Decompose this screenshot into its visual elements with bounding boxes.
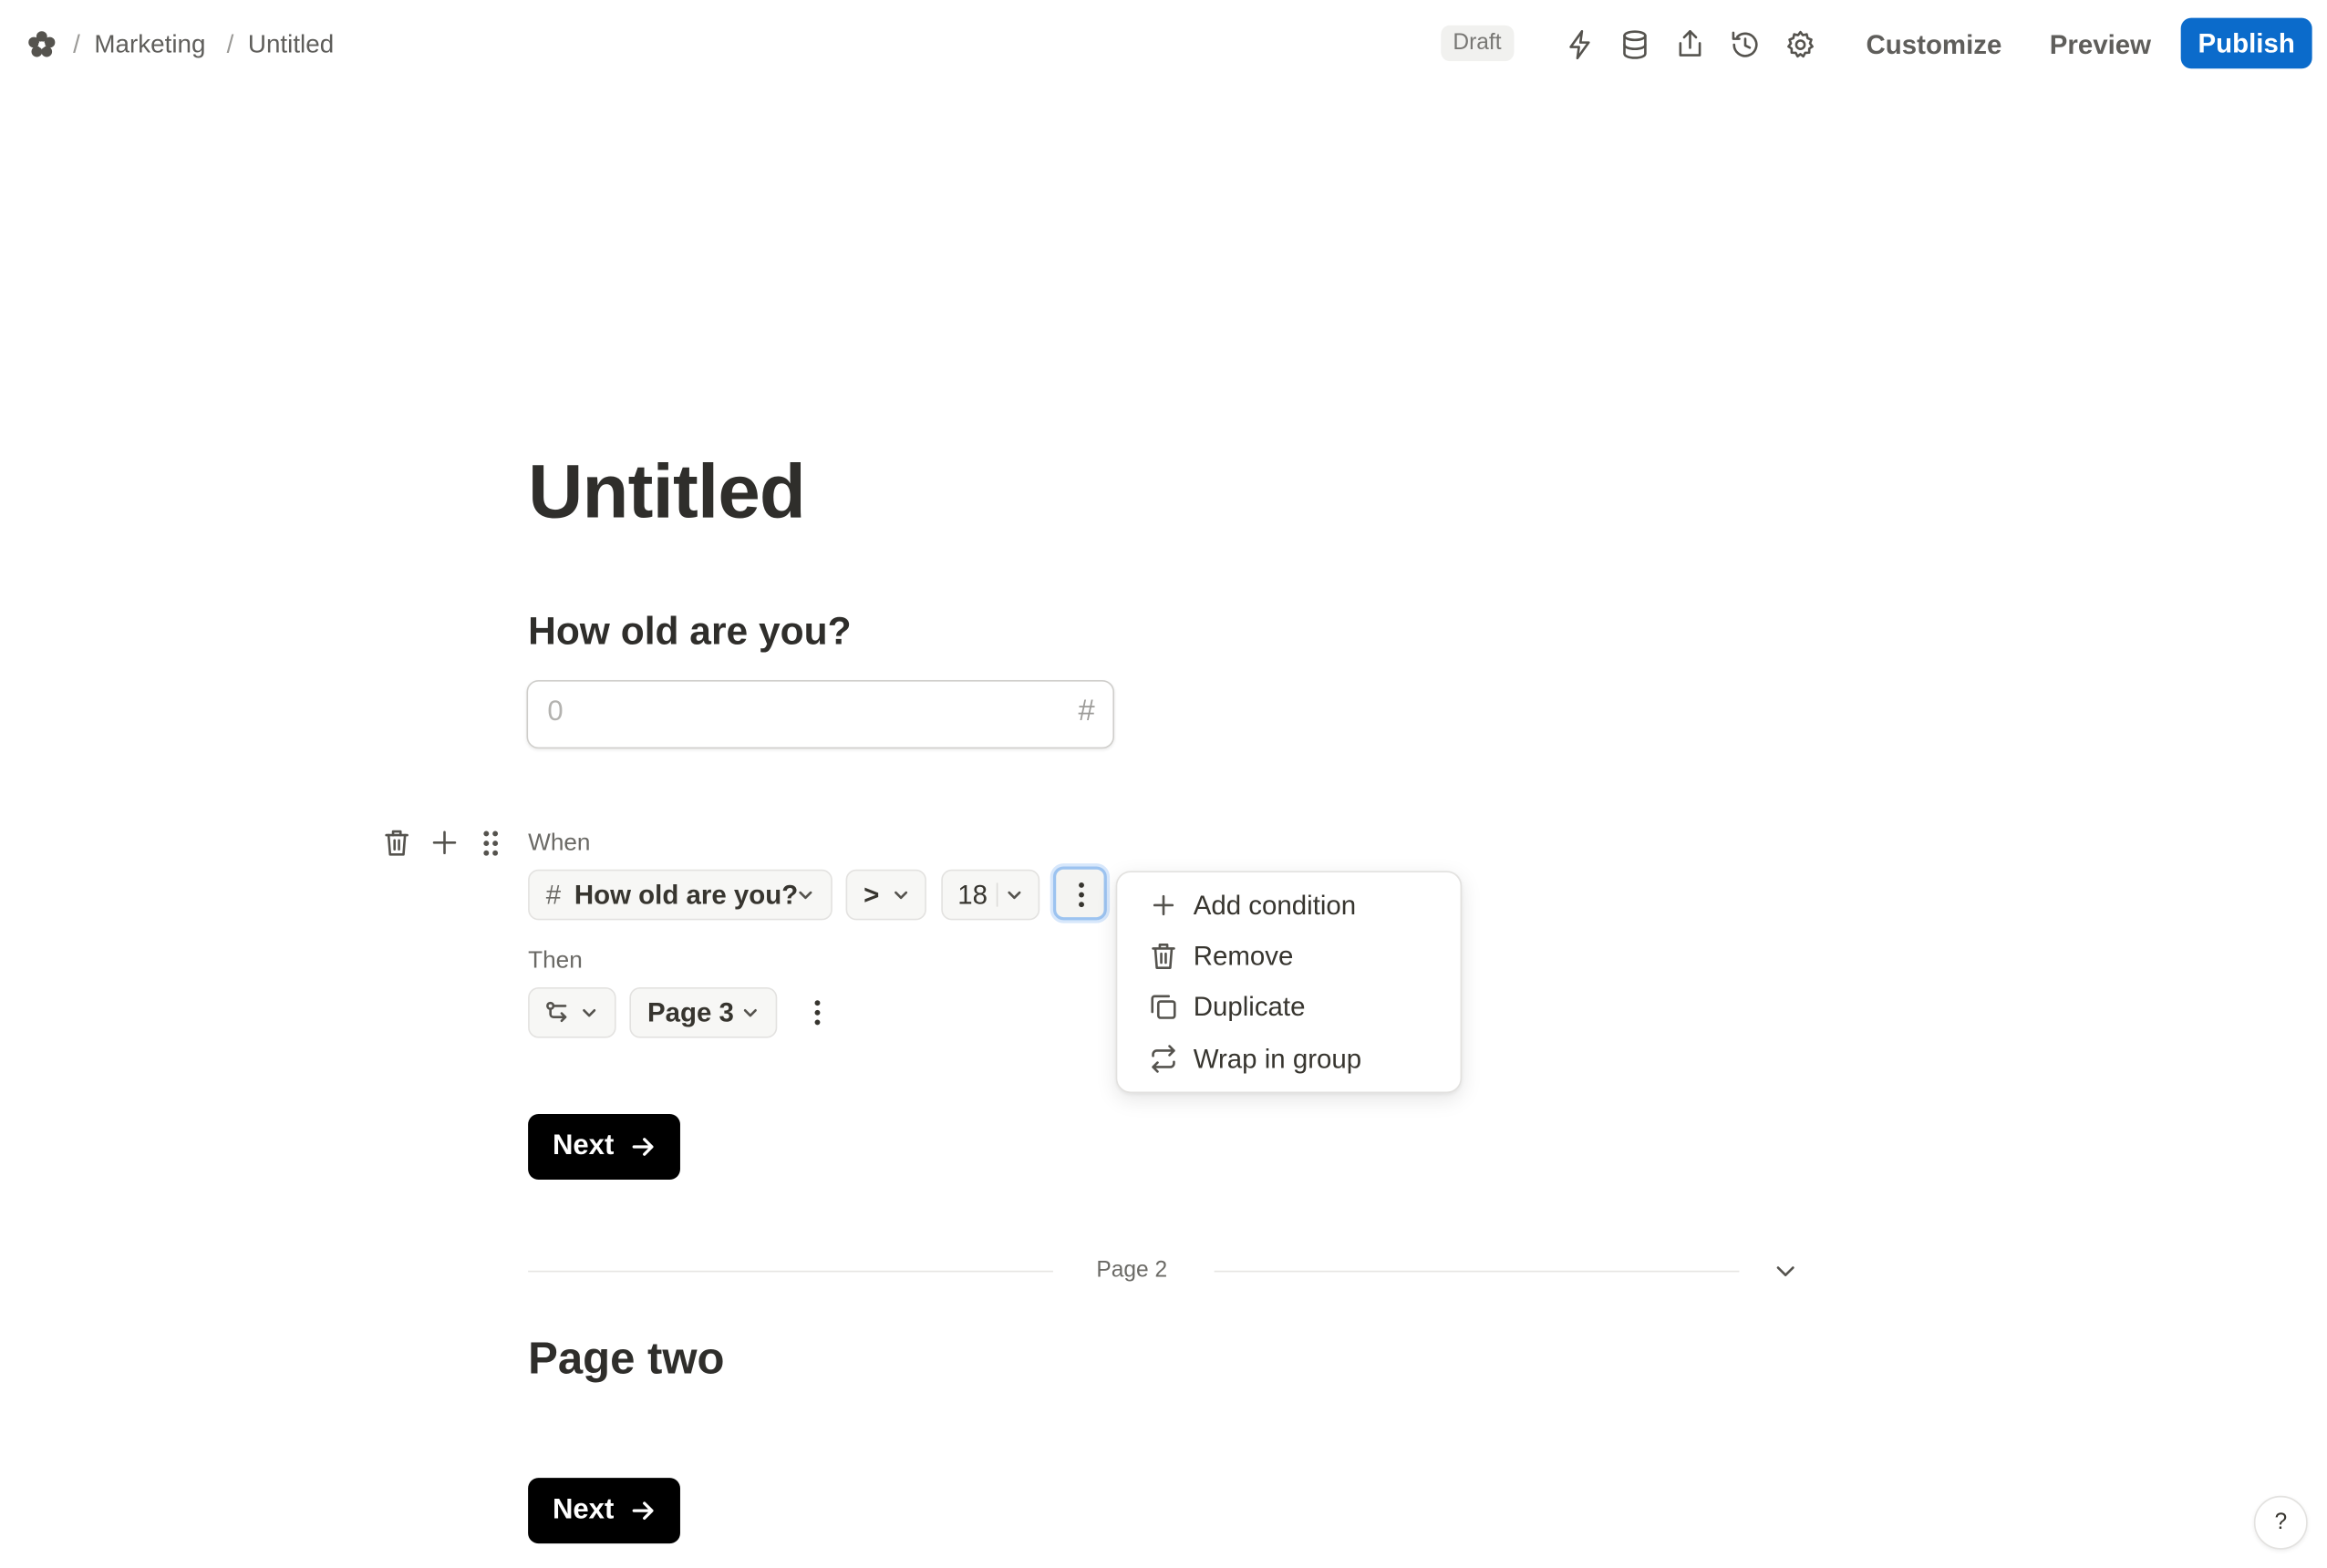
chevron-down-icon xyxy=(799,891,812,900)
operator-select[interactable]: > xyxy=(845,869,926,921)
condition-more-button[interactable] xyxy=(1052,866,1107,921)
when-label: When xyxy=(528,830,591,857)
chevron-down-icon xyxy=(583,1009,596,1017)
more-vertical-icon xyxy=(1079,882,1084,908)
condition-field-label: How old are you? xyxy=(574,880,799,910)
breadcrumb-workspace[interactable]: Marketing xyxy=(94,30,205,58)
chevron-down-icon xyxy=(743,1009,757,1017)
next-button[interactable]: Next xyxy=(528,1114,680,1180)
number-field-icon: # xyxy=(545,880,562,910)
menu-item-add-condition[interactable]: Add condition xyxy=(1147,882,1356,927)
history-icon[interactable] xyxy=(1729,28,1762,61)
publish-button[interactable]: Publish xyxy=(2180,17,2312,69)
page-divider-right xyxy=(1214,1270,1740,1273)
gear-icon[interactable] xyxy=(1784,28,1817,61)
trash-icon xyxy=(1152,944,1175,970)
page-divider-left xyxy=(528,1270,1053,1273)
arrow-right-icon xyxy=(631,1501,653,1520)
chevron-down-icon xyxy=(1776,1266,1794,1277)
menu-item-duplicate[interactable]: Duplicate xyxy=(1147,985,1305,1029)
status-badge: Draft xyxy=(1441,25,1514,62)
target-page-select[interactable]: Page 3 xyxy=(629,986,778,1038)
customize-button[interactable]: Customize xyxy=(1867,21,2002,68)
value-select[interactable]: 18 xyxy=(941,869,1040,921)
age-number-input[interactable]: 0 # xyxy=(526,679,1115,749)
page-collapse-button[interactable] xyxy=(1772,1257,1798,1284)
share-icon[interactable] xyxy=(1673,26,1706,59)
help-button[interactable]: ? xyxy=(2253,1495,2308,1550)
menu-item-wrap-in-group[interactable]: Wrap in group xyxy=(1147,1037,1361,1081)
target-page-label: Page 3 xyxy=(646,997,734,1028)
breadcrumb: / Marketing / Untitled xyxy=(73,29,335,58)
database-icon[interactable] xyxy=(1619,28,1651,61)
page-two-next-button[interactable]: Next xyxy=(528,1478,680,1544)
operator-label: > xyxy=(864,880,880,910)
logo-icon[interactable] xyxy=(26,30,57,60)
form-title[interactable]: Untitled xyxy=(528,448,806,536)
value-label: 18 xyxy=(957,880,988,910)
copy-icon xyxy=(1151,995,1176,1019)
question-label[interactable]: How old are you? xyxy=(528,608,851,655)
page-divider-label: Page 2 xyxy=(1096,1257,1168,1283)
chevron-down-icon xyxy=(895,891,908,900)
wrap-icon xyxy=(1152,1045,1175,1073)
drag-handle-icon[interactable] xyxy=(479,828,502,861)
condition-field-select[interactable]: # How old are you? xyxy=(528,869,833,921)
add-block-icon[interactable] xyxy=(429,826,461,859)
preview-button[interactable]: Preview xyxy=(2050,21,2151,68)
number-type-icon: # xyxy=(1078,695,1095,728)
input-placeholder: 0 xyxy=(547,696,564,728)
trash-icon[interactable] xyxy=(380,826,413,859)
chevron-down-icon xyxy=(1008,891,1021,900)
more-vertical-icon xyxy=(814,1000,821,1026)
action-type-select[interactable] xyxy=(528,986,616,1038)
breadcrumb-page[interactable]: Untitled xyxy=(248,30,334,58)
action-more-button[interactable] xyxy=(807,996,828,1029)
menu-item-remove[interactable]: Remove xyxy=(1147,934,1293,978)
page-two-title[interactable]: Page two xyxy=(528,1335,724,1386)
arrow-right-icon xyxy=(631,1138,653,1156)
plus-icon xyxy=(1153,894,1174,916)
condition-context-menu: Add condition Remove Duplicate Wrap in g… xyxy=(1115,871,1463,1094)
branch-icon xyxy=(546,1001,567,1023)
then-label: Then xyxy=(528,948,583,975)
bolt-icon[interactable] xyxy=(1563,28,1596,61)
